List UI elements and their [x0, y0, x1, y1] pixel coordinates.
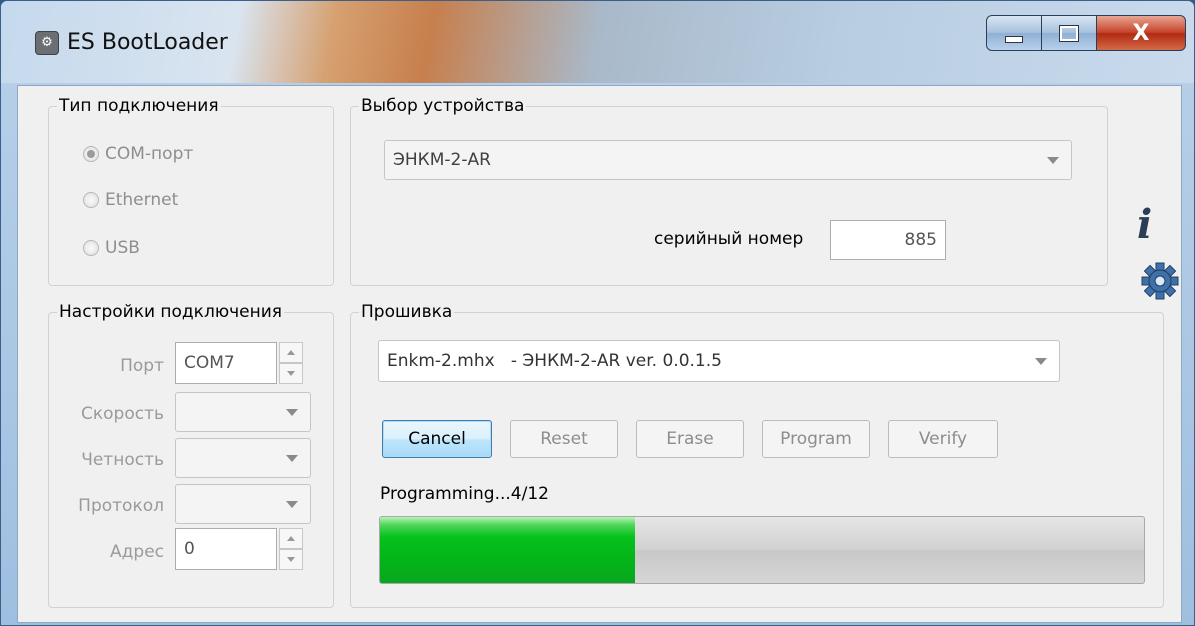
chevron-down-icon: [1047, 157, 1059, 164]
radio-label: Ethernet: [105, 190, 179, 210]
device-selection-group: Выбор устройства: [350, 96, 1108, 286]
parity-label: Четность: [81, 450, 164, 470]
title-bar[interactable]: ⚙ ES BootLoader X: [1, 1, 1194, 83]
minimize-icon: [1005, 35, 1023, 43]
window-title: ES BootLoader: [67, 30, 228, 55]
port-value: COM7: [184, 353, 235, 373]
protocol-select[interactable]: [175, 484, 311, 524]
programming-progress-bar: [379, 516, 1145, 584]
port-label: Порт: [120, 356, 164, 376]
serial-number-label: серийный номер: [654, 229, 804, 249]
speed-select[interactable]: [175, 392, 311, 432]
connection-type-legend: Тип подключения: [59, 96, 219, 116]
erase-button[interactable]: Erase: [636, 420, 744, 458]
main-window: ⚙ ES BootLoader X Тип подключения COM-по…: [0, 0, 1195, 626]
programming-status: Programming...4/12: [380, 484, 549, 504]
reset-button[interactable]: Reset: [510, 420, 618, 458]
serial-number-field[interactable]: 885: [830, 220, 946, 260]
firmware-select[interactable]: Enkm-2.mhx - ЭНКМ-2-AR ver. 0.0.1.5: [378, 340, 1060, 382]
port-field[interactable]: COM7: [175, 342, 277, 384]
close-button[interactable]: X: [1096, 15, 1186, 51]
info-icon[interactable]: i: [1137, 201, 1152, 248]
chevron-down-icon: [286, 501, 298, 508]
app-icon: ⚙: [35, 31, 59, 55]
device-select-value: ЭНКМ-2-AR: [393, 150, 491, 170]
chevron-down-icon: [286, 409, 298, 416]
address-label: Адрес: [110, 542, 164, 562]
protocol-label: Протокол: [78, 496, 164, 516]
gear-icon[interactable]: [1140, 261, 1180, 301]
chevron-down-icon: [1035, 358, 1047, 365]
port-spinner[interactable]: [279, 342, 303, 384]
connection-settings-legend: Настройки подключения: [59, 302, 283, 322]
speed-label: Скорость: [81, 404, 164, 424]
address-value: 0: [184, 539, 195, 559]
firmware-select-value: Enkm-2.mhx - ЭНКМ-2-AR ver. 0.0.1.5: [387, 351, 722, 371]
serial-number-value: 885: [904, 230, 937, 250]
spin-down-icon[interactable]: [279, 363, 303, 384]
cancel-button[interactable]: Cancel: [382, 420, 492, 458]
close-icon: X: [1132, 20, 1150, 46]
radio-label: USB: [105, 238, 140, 258]
program-button[interactable]: Program: [762, 420, 870, 458]
verify-button[interactable]: Verify: [888, 420, 998, 458]
firmware-legend: Прошивка: [361, 302, 453, 322]
radio-circle-icon: [83, 240, 99, 256]
radio-circle-icon: [83, 146, 99, 162]
spin-up-icon[interactable]: [279, 342, 303, 363]
device-selection-legend: Выбор устройства: [361, 96, 525, 116]
radio-com-port[interactable]: COM-порт: [83, 144, 193, 164]
address-field[interactable]: 0: [175, 528, 277, 570]
address-spinner[interactable]: [279, 528, 303, 570]
parity-select[interactable]: [175, 438, 311, 478]
spin-down-icon[interactable]: [279, 549, 303, 570]
minimize-button[interactable]: [986, 15, 1042, 51]
radio-label: COM-порт: [105, 144, 194, 164]
maximize-button[interactable]: [1041, 15, 1097, 51]
radio-usb[interactable]: USB: [83, 238, 140, 258]
chevron-down-icon: [286, 455, 298, 462]
progress-fill: [380, 517, 635, 583]
radio-circle-icon: [83, 192, 99, 208]
client-area: Тип подключения COM-порт Ethernet USB Вы…: [17, 85, 1182, 623]
device-select[interactable]: ЭНКМ-2-AR: [384, 140, 1072, 180]
maximize-icon: [1059, 24, 1079, 42]
spin-up-icon[interactable]: [279, 528, 303, 549]
radio-ethernet[interactable]: Ethernet: [83, 190, 178, 210]
